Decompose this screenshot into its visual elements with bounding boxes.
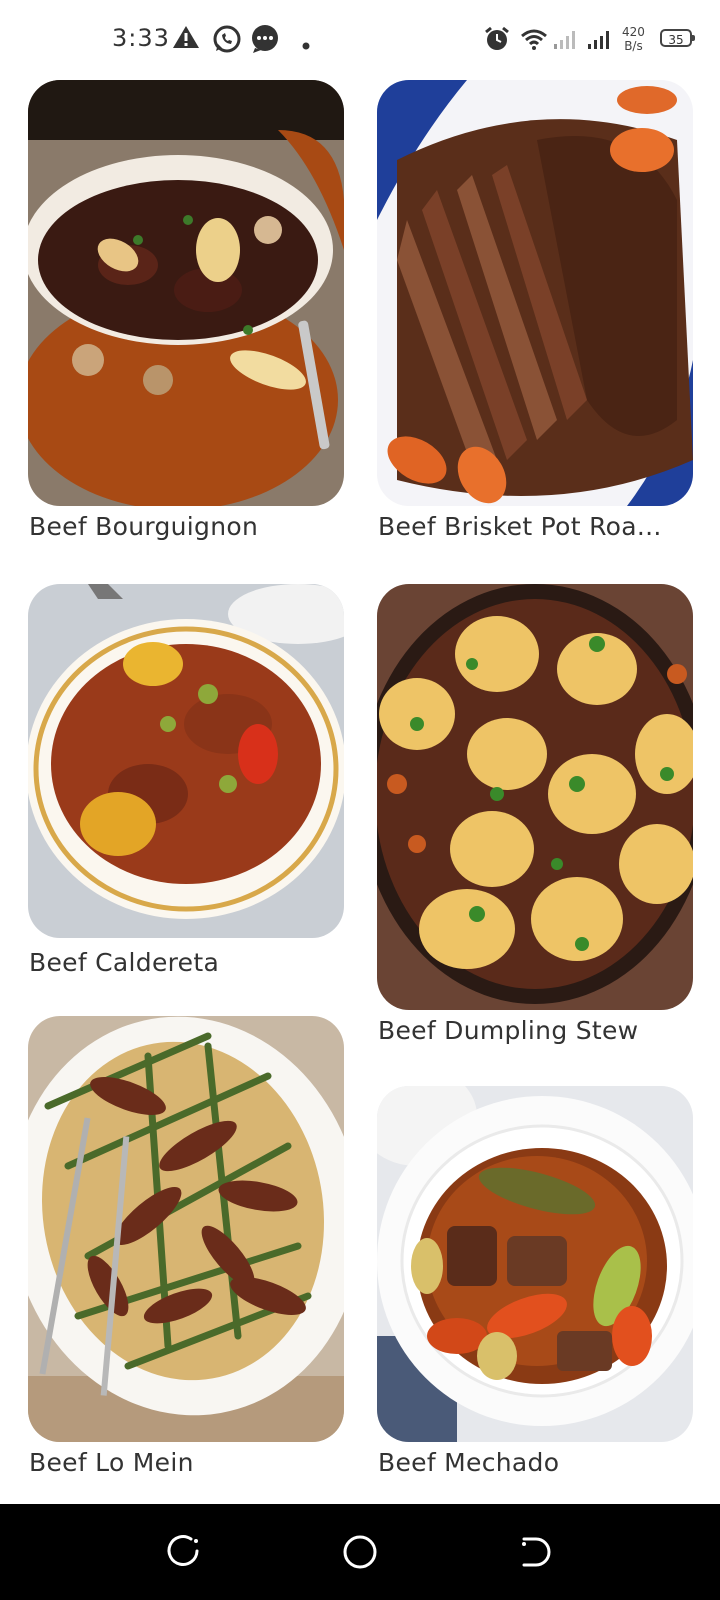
recipe-card[interactable]: Beef Mechado — [377, 1086, 693, 1477]
recipe-title[interactable]: Beef Brisket Pot Roa... — [378, 512, 662, 541]
whatsapp-icon — [212, 24, 242, 58]
recipe-title[interactable]: Beef Bourguignon — [29, 512, 258, 541]
recipe-card[interactable]: Beef Lo Mein — [28, 1016, 344, 1477]
battery-indicator: 35 — [660, 29, 695, 47]
recipe-card[interactable]: Beef Caldereta — [28, 584, 344, 977]
network-speed-value: 420 — [622, 25, 645, 39]
status-bar: 3:33 420 B/s 35 — [0, 0, 720, 80]
recent-apps-icon[interactable] — [164, 1532, 204, 1572]
recipe-image-beef-mechado[interactable] — [377, 1086, 693, 1442]
network-speed-unit: B/s — [624, 39, 643, 53]
navigation-bar — [0, 1504, 720, 1600]
chat-bubble-icon — [250, 24, 280, 58]
warning-icon — [172, 24, 200, 54]
recipe-card[interactable]: Beef Brisket Pot Roa... — [377, 80, 693, 541]
signal-sim2-icon — [588, 28, 614, 54]
network-speed: 420 B/s — [622, 25, 645, 53]
recipe-card[interactable]: Beef Dumpling Stew — [377, 584, 693, 1045]
recipe-image-beef-bourguignon[interactable] — [28, 80, 344, 506]
recipe-image-beef-dumpling-stew[interactable] — [377, 584, 693, 1010]
wifi-icon — [520, 28, 548, 54]
recipe-title[interactable]: Beef Lo Mein — [29, 1448, 194, 1477]
alarm-icon — [484, 26, 510, 56]
recipe-image-beef-caldereta[interactable] — [28, 584, 344, 938]
recipe-image-beef-brisket-pot-roast[interactable] — [377, 80, 693, 506]
more-notifications-dot-icon — [302, 35, 310, 54]
home-icon[interactable] — [340, 1532, 380, 1572]
status-time: 3:33 — [112, 24, 170, 52]
recipe-image-beef-lo-mein[interactable] — [28, 1016, 344, 1442]
recipe-card[interactable]: Beef Bourguignon — [28, 80, 344, 541]
signal-sim1-icon — [554, 28, 580, 54]
recipe-title[interactable]: Beef Dumpling Stew — [378, 1016, 638, 1045]
battery-level: 35 — [668, 33, 684, 47]
recipe-title[interactable]: Beef Caldereta — [29, 948, 219, 977]
recipe-title[interactable]: Beef Mechado — [378, 1448, 559, 1477]
back-icon[interactable] — [516, 1532, 556, 1572]
